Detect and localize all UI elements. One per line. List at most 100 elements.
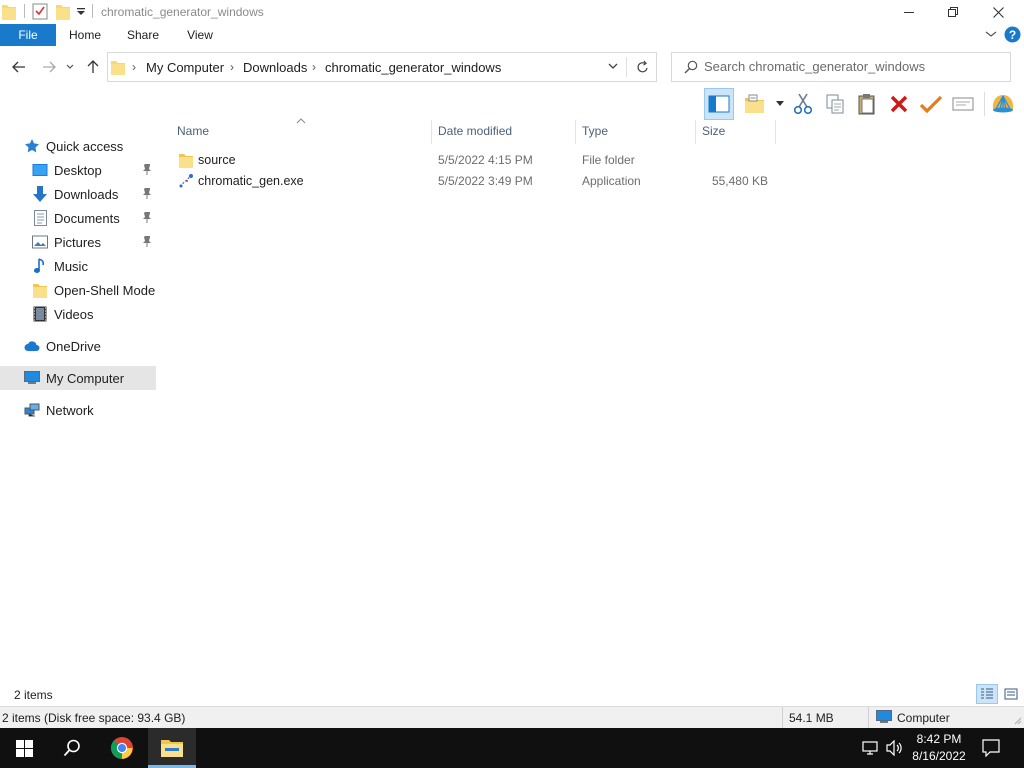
up-button[interactable] xyxy=(82,56,104,78)
chevron-right-icon[interactable]: › xyxy=(230,60,234,74)
file-date: 5/5/2022 3:49 PM xyxy=(438,174,533,188)
computer-icon xyxy=(876,710,892,724)
file-row-source[interactable]: source 5/5/2022 4:15 PM File folder xyxy=(170,150,780,171)
minimize-button[interactable] xyxy=(886,0,932,24)
nav-quick-access[interactable]: Quick access xyxy=(0,134,156,158)
nav-label: Documents xyxy=(54,210,120,226)
resize-grip-icon[interactable] xyxy=(1014,717,1022,725)
cut-button[interactable] xyxy=(788,88,818,120)
help-icon[interactable]: ? xyxy=(1004,26,1021,43)
close-button[interactable] xyxy=(975,0,1021,24)
search-input[interactable] xyxy=(704,59,1004,74)
clock[interactable]: 8:42 PM 8/16/2022 xyxy=(906,731,972,765)
file-name[interactable]: source xyxy=(198,153,236,167)
column-header-type[interactable]: Type xyxy=(582,124,608,144)
divider xyxy=(92,4,93,18)
pin-icon[interactable] xyxy=(142,187,152,199)
refresh-icon[interactable] xyxy=(636,59,650,75)
folder-icon xyxy=(2,2,16,20)
breadcrumb-current-folder[interactable]: chromatic_generator_windows xyxy=(325,60,501,75)
nav-desktop[interactable]: Desktop xyxy=(0,158,156,182)
open-shell-settings-button[interactable] xyxy=(988,88,1018,120)
new-folder-dropdown-icon[interactable] xyxy=(776,101,784,106)
folder-icon xyxy=(32,282,48,298)
tab-file[interactable]: File xyxy=(0,24,56,46)
new-folder-button[interactable] xyxy=(740,88,770,120)
nav-label: Downloads xyxy=(54,186,119,202)
network-tray-icon[interactable] xyxy=(862,740,880,756)
customize-quick-access-icon[interactable] xyxy=(76,7,86,17)
delete-button[interactable] xyxy=(884,88,914,120)
nav-music[interactable]: Music xyxy=(0,254,156,278)
address-dropdown-icon[interactable] xyxy=(608,63,618,70)
start-button[interactable] xyxy=(0,728,48,768)
nav-documents[interactable]: Documents xyxy=(0,206,156,230)
column-divider[interactable] xyxy=(431,120,432,144)
divider xyxy=(984,92,985,116)
email-button[interactable] xyxy=(948,88,978,120)
nav-label: Music xyxy=(54,258,88,274)
clock-time: 8:42 PM xyxy=(916,732,962,746)
details-view-button[interactable] xyxy=(976,684,998,704)
file-row-chromatic-gen[interactable]: chromatic_gen.exe 5/5/2022 3:49 PM Appli… xyxy=(170,171,780,192)
search-box[interactable] xyxy=(671,52,1011,82)
column-divider[interactable] xyxy=(775,120,776,144)
nav-label: Desktop xyxy=(54,162,102,178)
tab-view[interactable]: View xyxy=(176,24,224,46)
column-divider[interactable] xyxy=(575,120,576,144)
file-size: 55,480 KB xyxy=(711,174,768,188)
navigation-pane-button[interactable] xyxy=(704,88,734,120)
back-button[interactable] xyxy=(8,56,30,78)
disk-free-space: 2 items (Disk free space: 93.4 GB) xyxy=(2,711,186,725)
pin-icon[interactable] xyxy=(142,235,152,247)
nav-open-shell-modern[interactable]: Open-Shell Modern xyxy=(0,278,156,302)
folder-icon xyxy=(111,59,125,75)
column-header-size[interactable]: Size xyxy=(702,124,725,144)
chrome-icon[interactable] xyxy=(98,728,146,768)
nav-network[interactable]: Network xyxy=(0,398,156,422)
new-folder-icon[interactable] xyxy=(55,2,71,20)
breadcrumb-my-computer[interactable]: My Computer xyxy=(146,60,224,75)
status-bar: 2 items xyxy=(0,684,1024,706)
action-center-icon[interactable] xyxy=(982,739,1000,757)
search-button[interactable] xyxy=(48,728,96,768)
nav-onedrive[interactable]: OneDrive xyxy=(0,334,156,358)
item-count: 2 items xyxy=(14,688,53,702)
column-header-name[interactable]: Name xyxy=(177,124,209,144)
copy-button[interactable] xyxy=(820,88,850,120)
taskbar: 8:42 PM 8/16/2022 xyxy=(0,728,1024,768)
properties-button[interactable] xyxy=(916,88,946,120)
breadcrumb-downloads[interactable]: Downloads xyxy=(243,60,307,75)
large-icons-view-button[interactable] xyxy=(1000,684,1022,704)
properties-icon[interactable] xyxy=(32,2,48,20)
address-bar[interactable]: › My Computer › Downloads › chromatic_ge… xyxy=(107,52,657,82)
download-arrow-icon xyxy=(32,186,48,202)
pin-icon[interactable] xyxy=(142,163,152,175)
pin-icon[interactable] xyxy=(142,211,152,223)
star-icon xyxy=(24,138,40,154)
nav-pictures[interactable]: Pictures xyxy=(0,230,156,254)
forward-button[interactable] xyxy=(38,56,60,78)
nav-videos[interactable]: Videos xyxy=(0,302,156,326)
nav-label: My Computer xyxy=(46,370,125,386)
nav-downloads[interactable]: Downloads xyxy=(0,182,156,206)
address-row: › My Computer › Downloads › chromatic_ge… xyxy=(0,46,1024,88)
tab-home[interactable]: Home xyxy=(60,24,110,46)
nav-my-computer[interactable]: My Computer xyxy=(0,366,156,390)
svg-text:?: ? xyxy=(1009,28,1016,42)
volume-icon[interactable] xyxy=(886,740,904,756)
column-divider[interactable] xyxy=(695,120,696,144)
restore-button[interactable] xyxy=(930,0,976,24)
chevron-right-icon[interactable]: › xyxy=(312,60,316,74)
divider xyxy=(24,4,25,18)
paste-button[interactable] xyxy=(852,88,882,120)
file-explorer-icon[interactable] xyxy=(148,728,196,768)
recent-locations-button[interactable] xyxy=(62,56,78,78)
application-icon xyxy=(178,173,194,189)
expand-ribbon-icon[interactable] xyxy=(985,29,997,39)
tab-share[interactable]: Share xyxy=(118,24,168,46)
file-name[interactable]: chromatic_gen.exe xyxy=(198,174,304,188)
music-note-icon xyxy=(32,258,48,274)
column-header-date-modified[interactable]: Date modified xyxy=(438,124,512,144)
ribbon-tabs: File Home Share View ? xyxy=(0,24,1024,46)
